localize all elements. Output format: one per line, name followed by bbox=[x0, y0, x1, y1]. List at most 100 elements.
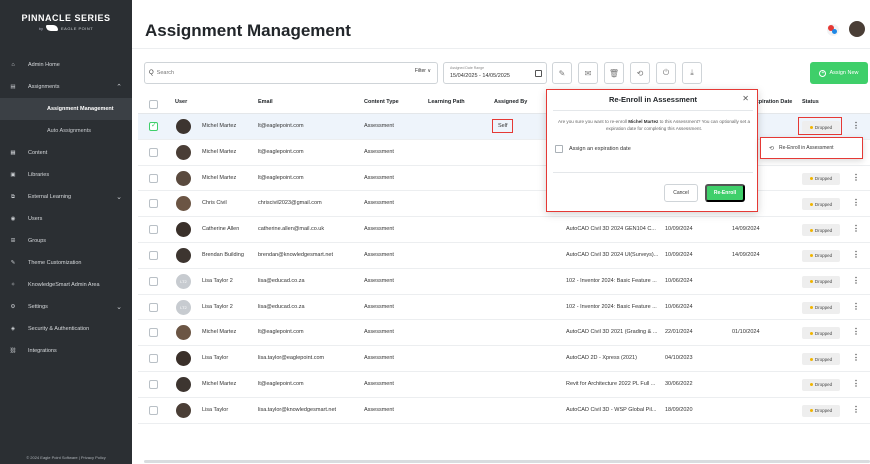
shield-icon: ◈ bbox=[10, 326, 16, 332]
horizontal-scrollbar[interactable] bbox=[144, 460, 870, 463]
chevron-down-icon[interactable]: ⌄ bbox=[116, 193, 122, 201]
archive-icon[interactable]: ⏻ bbox=[656, 62, 676, 84]
assign-new-button[interactable]: + Assign New bbox=[810, 62, 868, 84]
cell-email: chriscivil2023@gmail.com bbox=[258, 200, 322, 207]
column-header-assigned-by[interactable]: Assigned By bbox=[494, 99, 527, 105]
table-row[interactable]: Chris Civil chriscivil2023@gmail.com Asses… bbox=[138, 191, 870, 218]
cell-content-type: Assessment bbox=[364, 303, 394, 310]
more-options-icon[interactable]: ⋮ bbox=[852, 224, 860, 233]
sidebar-item-assignments[interactable]: ▤ Assignments ⌃ bbox=[0, 76, 132, 98]
more-options-icon[interactable]: ⋮ bbox=[852, 121, 860, 130]
row-checkbox[interactable] bbox=[149, 354, 158, 364]
table-row[interactable]: Catherine Allen catherine.allen@mail.co.u… bbox=[138, 217, 870, 243]
link-icon: ⛓ bbox=[9, 348, 17, 354]
date-range-picker[interactable]: Assigned Date Range 15/04/2025 - 14/05/2… bbox=[443, 62, 547, 84]
checkbox-box[interactable] bbox=[555, 145, 563, 153]
context-menu-re-enroll[interactable]: ⟲ Re-Enroll in Assessment bbox=[760, 137, 863, 159]
status-badge: Dropped bbox=[802, 224, 840, 237]
filter-button[interactable]: Filter ∨ bbox=[415, 68, 431, 74]
calendar-icon bbox=[535, 70, 542, 77]
row-checkbox[interactable] bbox=[149, 379, 158, 389]
more-options-icon[interactable]: ⋮ bbox=[852, 173, 860, 182]
more-options-icon[interactable]: ⋮ bbox=[852, 250, 860, 259]
sidebar-item-label: Content bbox=[28, 150, 48, 156]
column-header-content-type[interactable]: Content Type bbox=[364, 99, 399, 105]
cell-email: lt@eaglepoint.com bbox=[258, 329, 304, 336]
row-checkbox[interactable] bbox=[149, 276, 158, 286]
row-checkbox[interactable] bbox=[149, 225, 158, 235]
context-menu-label: Re-Enroll in Assessment bbox=[779, 145, 834, 151]
close-icon[interactable]: ✕ bbox=[742, 94, 749, 103]
table-row[interactable]: Brendan Building brendan@knowledgesmart.n… bbox=[138, 243, 870, 269]
sidebar-subitem-auto-assignments[interactable]: Auto Assignments bbox=[0, 120, 132, 142]
status-dot-icon bbox=[809, 357, 813, 361]
column-header-email[interactable]: Email bbox=[258, 99, 273, 105]
sidebar-item-theme-customization[interactable]: ✎ Theme Customization bbox=[0, 252, 132, 274]
mail-icon[interactable]: ✉ bbox=[578, 62, 598, 84]
sidebar-item-groups[interactable]: ꕥ Groups bbox=[0, 230, 132, 252]
plus-icon: + bbox=[819, 69, 827, 77]
sidebar-item-integrations[interactable]: ⛓ Integrations bbox=[0, 340, 132, 362]
row-checkbox[interactable] bbox=[149, 199, 158, 209]
table-row[interactable]: Michel Martez lt@eaglepoint.com Assessment… bbox=[138, 320, 870, 347]
table-row[interactable]: Michel Martez lt@eaglepoint.com Assessment… bbox=[138, 166, 870, 192]
more-options-icon[interactable]: ⋮ bbox=[852, 198, 860, 207]
row-checkbox[interactable] bbox=[149, 173, 158, 183]
sidebar-item-label: Security & Authentication bbox=[28, 326, 90, 332]
sidebar-item-knowledgesmart[interactable]: ✧ KnowledgeSmart Admin Area bbox=[0, 274, 132, 296]
sidebar-footer[interactable]: © 2024 Eagle Point Software | Privacy Po… bbox=[0, 455, 132, 460]
status-badge: Dropped bbox=[802, 404, 840, 417]
notification-icon[interactable] bbox=[827, 24, 839, 36]
column-header-user[interactable]: User bbox=[175, 99, 187, 105]
table-row[interactable]: Michel Martez lt@eaglepoint.com Assessment… bbox=[138, 372, 870, 398]
cell-email: lisa.taylor@knowledgesmart.net bbox=[258, 406, 337, 413]
cancel-button[interactable]: Cancel bbox=[664, 184, 698, 202]
sidebar-item-external-learning[interactable]: ⧉ External Learning ⌄ bbox=[0, 186, 132, 208]
row-checkbox[interactable] bbox=[149, 405, 158, 415]
more-options-icon[interactable]: ⋮ bbox=[852, 405, 860, 414]
sidebar-item-settings[interactable]: ⚙ Settings ⌄ bbox=[0, 296, 132, 318]
cell-user: Brendan Building bbox=[202, 251, 244, 258]
column-header-learning-path[interactable]: Learning Path bbox=[428, 99, 465, 105]
table-row[interactable]: Lisa Taylor lisa.taylor@knowledgesmart.ne… bbox=[138, 398, 870, 424]
more-options-icon[interactable]: ⋮ bbox=[852, 302, 860, 311]
cell-user: Michel Martez bbox=[202, 148, 237, 155]
sidebar-item-users[interactable]: ◉ Users bbox=[0, 208, 132, 230]
column-header-status[interactable]: Status bbox=[802, 99, 819, 105]
table-row[interactable]: Michel Martez lt@eaglepoint.com Assessment… bbox=[138, 114, 870, 140]
date-range-value: 15/04/2025 - 14/05/2025 bbox=[450, 73, 510, 79]
table-row[interactable]: Lisa Taylor lisa.taylor@eaglepoint.com Ass… bbox=[138, 346, 870, 372]
sidebar-item-security[interactable]: ◈ Security & Authentication bbox=[0, 318, 132, 340]
edit-icon[interactable]: ✎ bbox=[552, 62, 572, 84]
row-checkbox[interactable] bbox=[149, 302, 158, 312]
chevron-up-icon[interactable]: ⌃ bbox=[116, 83, 122, 91]
sidebar-item-admin-home[interactable]: ⌂ Admin Home bbox=[0, 54, 132, 76]
table-row[interactable]: LT2 Lisa Taylor 2 lisa@educad.co.za Assessm… bbox=[138, 295, 870, 321]
sidebar-item-libraries[interactable]: ▣ Libraries bbox=[0, 164, 132, 186]
select-all-checkbox[interactable] bbox=[149, 100, 158, 109]
cell-user: Michel Martez bbox=[202, 380, 237, 387]
row-checkbox[interactable] bbox=[149, 328, 158, 338]
more-options-icon[interactable]: ⋮ bbox=[852, 327, 860, 336]
more-options-icon[interactable]: ⋮ bbox=[852, 379, 860, 388]
sidebar-item-label: External Learning bbox=[28, 194, 72, 200]
chevron-down-icon[interactable]: ⌄ bbox=[116, 303, 122, 311]
more-options-icon[interactable]: ⋮ bbox=[852, 276, 860, 285]
re-enroll-icon[interactable]: ⟲ bbox=[630, 62, 650, 84]
expiration-date-checkbox[interactable]: Assign an expiration date bbox=[555, 145, 631, 153]
more-options-icon[interactable]: ⋮ bbox=[852, 353, 860, 362]
avatar bbox=[176, 196, 191, 212]
row-checkbox[interactable] bbox=[149, 147, 158, 157]
page-title: Assignment Management bbox=[145, 21, 351, 40]
row-checkbox[interactable] bbox=[149, 250, 158, 260]
search-input[interactable] bbox=[156, 70, 387, 76]
row-checkbox[interactable] bbox=[149, 121, 158, 131]
sidebar-subitem-assignment-management[interactable]: Assignment Management bbox=[0, 98, 132, 120]
user-avatar[interactable] bbox=[849, 21, 865, 37]
re-enroll-button[interactable]: Re-Enroll bbox=[705, 184, 745, 202]
delete-icon[interactable]: 🗑 bbox=[604, 62, 624, 84]
brand[interactable]: PINNACLE SERIES by EAGLE POINT bbox=[0, 0, 132, 44]
sidebar-item-content[interactable]: ▦ Content bbox=[0, 142, 132, 164]
table-row[interactable]: LT2 Lisa Taylor 2 lisa@educad.co.za Assessm… bbox=[138, 269, 870, 295]
export-icon[interactable]: ⤓ bbox=[682, 62, 702, 84]
